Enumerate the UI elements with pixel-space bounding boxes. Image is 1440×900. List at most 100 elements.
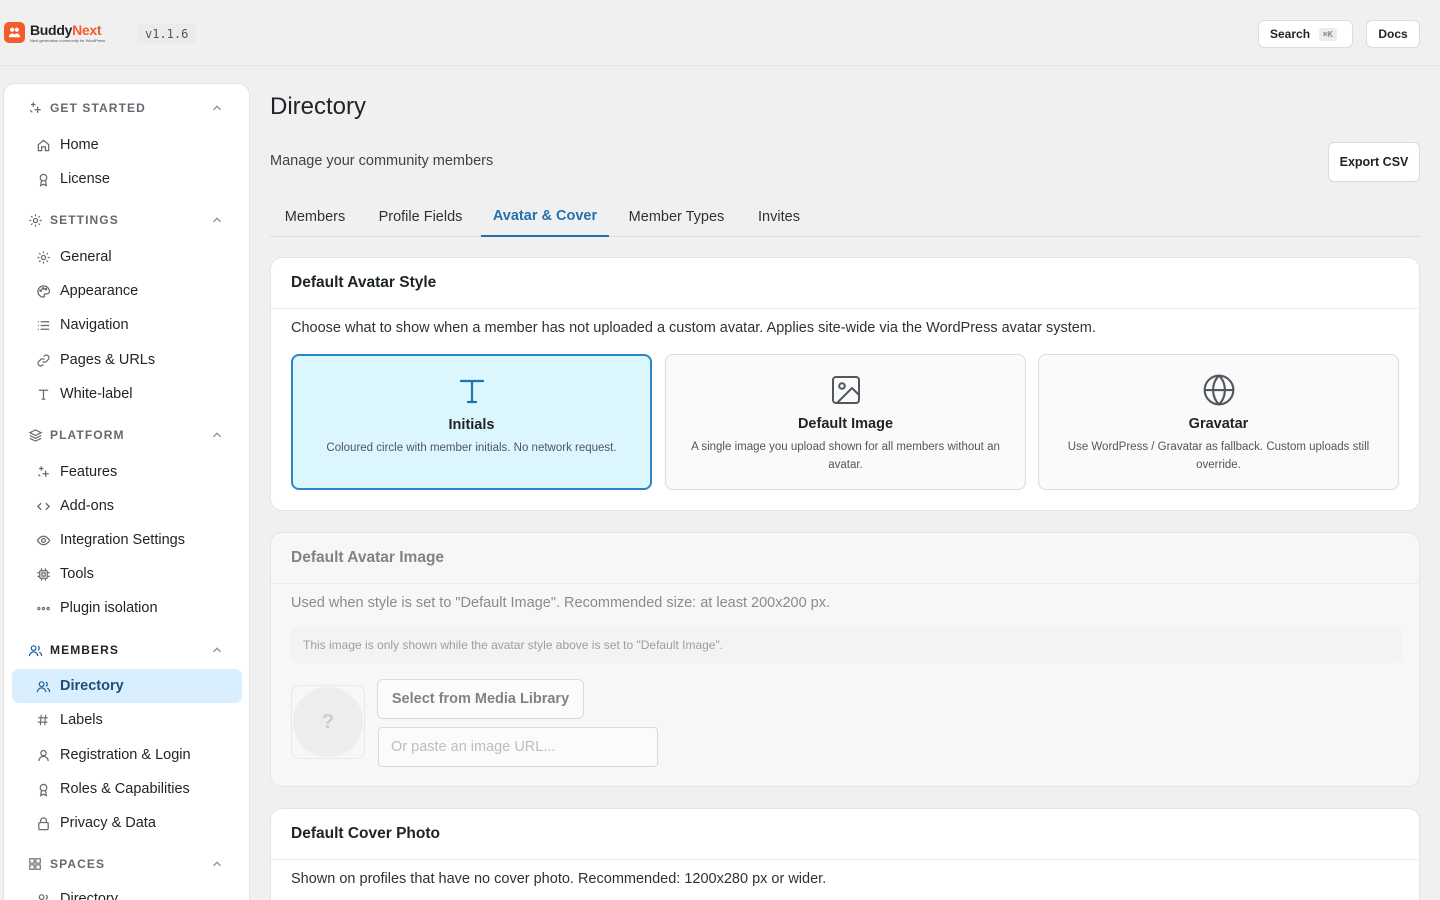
sidebar-item-label: Add-ons (60, 498, 115, 514)
dots-icon (35, 600, 51, 616)
tab-members[interactable]: Members (270, 196, 360, 237)
sidebar-item-label: Features (60, 464, 118, 480)
export-csv-button[interactable]: Export CSV (1328, 142, 1420, 182)
users-icon (27, 642, 43, 658)
sidebar-item-labels[interactable]: Labels (12, 703, 242, 737)
card-description: Choose what to show when a member has no… (291, 320, 1096, 336)
card-title: Default Cover Photo (271, 809, 1419, 860)
code-icon (35, 498, 51, 514)
tab-invites[interactable]: Invites (742, 196, 816, 237)
option-description: Coloured circle with member initials. No… (326, 442, 617, 454)
sidebar-item-registration-login[interactable]: Registration & Login (12, 738, 242, 772)
tab-bar: Members Profile Fields Avatar & Cover Me… (270, 196, 1420, 237)
sidebar-item-pages-urls[interactable]: Pages & URLs (12, 343, 242, 377)
sidebar-item-home[interactable]: Home (12, 128, 242, 162)
sidebar-item-label: Directory (60, 678, 124, 694)
section-settings[interactable]: SETTINGS (4, 208, 249, 232)
cover-photo-card: Default Cover Photo Shown on profiles th… (270, 808, 1420, 900)
award-icon (35, 781, 51, 797)
sidebar-item-integration-settings[interactable]: Integration Settings (12, 523, 242, 557)
chevron-up-icon[interactable] (210, 428, 224, 442)
sidebar-item-label: Plugin isolation (60, 600, 158, 616)
sidebar-item-appearance[interactable]: Appearance (12, 274, 242, 308)
avatar-option-default-image[interactable]: Default Image A single image you upload … (665, 354, 1026, 490)
sidebar-item-label: License (60, 171, 110, 187)
avatar-preview: ? (291, 685, 365, 759)
palette-icon (35, 283, 51, 299)
search-button[interactable]: Search ⌘K (1258, 20, 1353, 48)
option-title: Default Image (797, 416, 894, 432)
sidebar-item-label: White-label (60, 386, 133, 402)
page-title: Directory (270, 93, 367, 120)
section-title: MEMBERS (50, 643, 120, 657)
page-subtitle: Manage your community members (270, 153, 494, 169)
eye-icon (35, 532, 51, 548)
sidebar-item-label: Navigation (60, 317, 129, 333)
tab-profile-fields[interactable]: Profile Fields (363, 196, 478, 237)
section-get-started[interactable]: GET STARTED (4, 96, 249, 120)
option-title: Initials (448, 417, 495, 433)
chevron-up-icon[interactable] (210, 213, 224, 227)
tab-member-types[interactable]: Member Types (613, 196, 740, 237)
users-icon (35, 678, 51, 694)
chevron-up-icon[interactable] (210, 101, 224, 115)
sidebar-item-directory[interactable]: Directory (12, 669, 242, 703)
sidebar-item-privacy-data[interactable]: Privacy & Data (12, 806, 242, 840)
section-title: GET STARTED (50, 101, 146, 115)
link-icon (35, 352, 51, 368)
version-badge: v1.1.6 (137, 24, 197, 44)
select-media-button[interactable]: Select from Media Library (377, 679, 584, 719)
avatar-option-initials[interactable]: Initials Coloured circle with member ini… (291, 354, 652, 490)
section-title: SETTINGS (50, 213, 119, 227)
lock-icon (35, 815, 51, 831)
sparkle-icon (35, 464, 51, 480)
logo-mark-icon (4, 22, 25, 43)
sidebar-item-general[interactable]: General (12, 240, 242, 274)
option-description: A single image you upload shown for all … (691, 441, 1000, 471)
sidebar-item-roles-capabilities[interactable]: Roles & Capabilities (12, 772, 242, 806)
sidebar-item-label: Directory (60, 891, 119, 900)
docs-button[interactable]: Docs (1366, 20, 1420, 48)
layers-icon (27, 427, 43, 443)
sidebar-item-label: Privacy & Data (60, 815, 156, 831)
section-members[interactable]: MEMBERS (4, 638, 249, 662)
image-url-input[interactable] (378, 727, 658, 767)
image-icon (828, 372, 864, 408)
sidebar-item-white-label[interactable]: White-label (12, 377, 242, 411)
sidebar-item-label: Registration & Login (60, 747, 191, 763)
users-icon (35, 891, 51, 900)
sidebar-item-tools[interactable]: Tools (12, 557, 242, 591)
section-title: SPACES (50, 857, 106, 871)
chevron-up-icon[interactable] (210, 643, 224, 657)
section-spaces[interactable]: SPACES (4, 852, 249, 876)
sidebar: GET STARTED Home License SETTINGS Genera… (3, 83, 250, 900)
globe-icon (1201, 372, 1237, 408)
sidebar-item-features[interactable]: Features (12, 455, 242, 489)
option-title: Gravatar (1188, 416, 1249, 432)
chevron-up-icon[interactable] (210, 857, 224, 871)
sidebar-item-spaces-directory[interactable]: Directory (12, 882, 242, 900)
option-description: Use WordPress / Gravatar as fallback. Cu… (1067, 441, 1370, 471)
hash-icon (35, 712, 51, 728)
sidebar-item-label: Tools (60, 566, 94, 582)
sidebar-item-label: Pages & URLs (60, 352, 156, 368)
tab-avatar-cover[interactable]: Avatar & Cover (481, 196, 609, 237)
type-icon (454, 373, 490, 409)
avatar-option-gravatar[interactable]: Gravatar Use WordPress / Gravatar as fal… (1038, 354, 1399, 490)
sidebar-item-add-ons[interactable]: Add-ons (12, 489, 242, 523)
card-title: Default Avatar Style (271, 258, 1419, 309)
sidebar-item-navigation[interactable]: Navigation (12, 308, 242, 342)
search-label: Search (1270, 27, 1311, 41)
sidebar-item-label: Home (60, 137, 99, 153)
sidebar-item-license[interactable]: License (12, 162, 242, 196)
user-icon (35, 747, 51, 763)
sidebar-item-label: Appearance (60, 283, 139, 299)
search-shortcut: ⌘K (1319, 27, 1337, 41)
section-platform[interactable]: PLATFORM (4, 423, 249, 447)
info-notice: This image is only shown while the avata… (291, 627, 1403, 663)
avatar-image-card: Default Avatar Image Used when style is … (270, 532, 1420, 787)
app-logo[interactable]: BuddyNext Next generation community for … (4, 22, 105, 43)
sidebar-item-plugin-isolation[interactable]: Plugin isolation (12, 591, 242, 625)
sparkle-icon (27, 100, 43, 116)
sidebar-item-label: Labels (60, 712, 103, 728)
